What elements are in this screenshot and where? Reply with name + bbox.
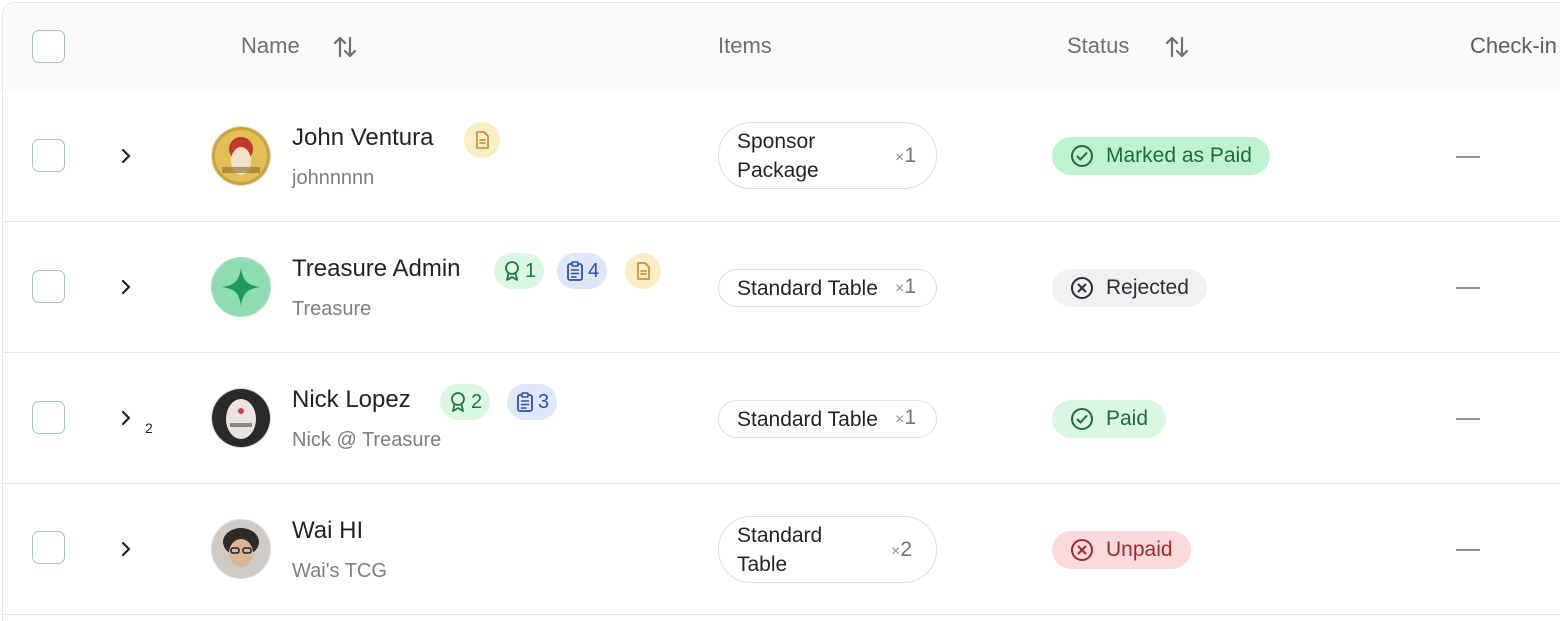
checkin-empty (1456, 549, 1480, 551)
award-count: 1 (525, 259, 537, 282)
attendee-name[interactable]: Nick Lopez (292, 386, 411, 414)
item-name-line2: Table (737, 553, 788, 576)
select-all-checkbox[interactable] (32, 30, 65, 63)
status-label: Marked as Paid (1106, 144, 1252, 167)
document-badge[interactable] (464, 122, 500, 158)
clipboard-count: 4 (588, 259, 600, 282)
status-badge: Paid (1052, 400, 1167, 438)
item-quantity: ×2 (891, 538, 913, 561)
status-badge: Rejected (1052, 269, 1207, 307)
award-badge[interactable]: 2 (440, 384, 491, 420)
x-circle-icon (1071, 539, 1093, 561)
table-row[interactable]: 2 Nick Lopez 2 3 Nick @ Treasure Standar… (3, 353, 1560, 484)
table-row[interactable]: Treasure Admin 1 4 Treasure Standard Tab… (3, 222, 1560, 353)
attendee-name[interactable]: Wai HI (292, 517, 363, 545)
item-name: Standard (737, 524, 823, 547)
status-badge: Marked as Paid (1052, 137, 1270, 175)
item-name-line2: Package (737, 159, 819, 182)
avatar (211, 519, 271, 579)
chevron-right-icon[interactable] (116, 539, 136, 559)
sub-row-count: 2 (145, 420, 153, 436)
award-count: 2 (471, 390, 483, 413)
item-quantity: ×1 (895, 406, 917, 429)
table-row[interactable]: John Ventura johnnnnn Sponsor Package ×1… (3, 91, 1560, 222)
check-circle-icon (1071, 145, 1093, 167)
avatar (211, 126, 271, 186)
checkin-empty (1456, 156, 1480, 158)
clipboard-count: 3 (538, 390, 550, 413)
status-label: Paid (1106, 407, 1149, 430)
status-label: Rejected (1106, 276, 1189, 299)
attendees-table: Name Items Status Check-in John Ventura … (2, 2, 1560, 621)
chevron-right-icon[interactable] (116, 408, 136, 428)
row-checkbox[interactable] (32, 139, 65, 172)
status-badge: Unpaid (1052, 531, 1191, 569)
sort-icon[interactable] (331, 33, 359, 61)
document-icon (637, 262, 650, 280)
clipboard-list-icon (567, 261, 583, 281)
item-name: Sponsor (737, 130, 816, 153)
column-header-items: Items (718, 33, 772, 58)
item-quantity: ×1 (895, 275, 917, 298)
row-checkbox[interactable] (32, 531, 65, 564)
row-checkbox[interactable] (32, 401, 65, 434)
clipboard-list-icon (517, 392, 533, 412)
chevron-right-icon[interactable] (116, 146, 136, 166)
row-checkbox[interactable] (32, 270, 65, 303)
award-icon (505, 261, 519, 281)
item-quantity: ×1 (895, 144, 917, 167)
document-badge[interactable] (625, 253, 661, 289)
award-badge[interactable]: 1 (494, 253, 545, 289)
status-label: Unpaid (1106, 538, 1173, 561)
item-name: Standard Table (737, 277, 878, 300)
attendee-name[interactable]: Treasure Admin (292, 255, 461, 283)
sort-icon[interactable] (1163, 33, 1191, 61)
attendee-name[interactable]: John Ventura (292, 124, 433, 152)
attendee-subtitle: Treasure (292, 298, 372, 320)
column-header-name: Name (241, 33, 300, 58)
attendee-subtitle: johnnnnn (292, 167, 375, 189)
column-header-checkin: Check-in (1470, 33, 1557, 58)
avatar (211, 388, 271, 448)
document-icon (476, 131, 489, 149)
item-pill[interactable]: Standard Table ×1 (718, 269, 937, 307)
table-header: Name Items Status Check-in (3, 3, 1560, 92)
check-circle-icon (1071, 408, 1093, 430)
column-header-status: Status (1067, 33, 1130, 58)
item-name: Standard Table (737, 408, 878, 431)
item-pill[interactable]: Sponsor Package ×1 (718, 122, 937, 189)
item-pill[interactable]: Standard Table ×2 (718, 516, 937, 583)
award-icon (451, 392, 465, 412)
item-pill[interactable]: Standard Table ×1 (718, 400, 937, 438)
attendee-subtitle: Wai's TCG (292, 560, 387, 582)
chevron-right-icon[interactable] (116, 277, 136, 297)
checkin-empty (1456, 287, 1480, 289)
checkin-empty (1456, 418, 1480, 420)
clipboard-badge[interactable]: 3 (507, 384, 558, 420)
table-row[interactable]: Wai HI Wai's TCG Standard Table ×2 Unpai… (3, 484, 1560, 615)
clipboard-badge[interactable]: 4 (557, 253, 608, 289)
avatar (211, 257, 271, 317)
x-circle-icon (1071, 277, 1093, 299)
attendee-subtitle: Nick @ Treasure (292, 429, 442, 451)
